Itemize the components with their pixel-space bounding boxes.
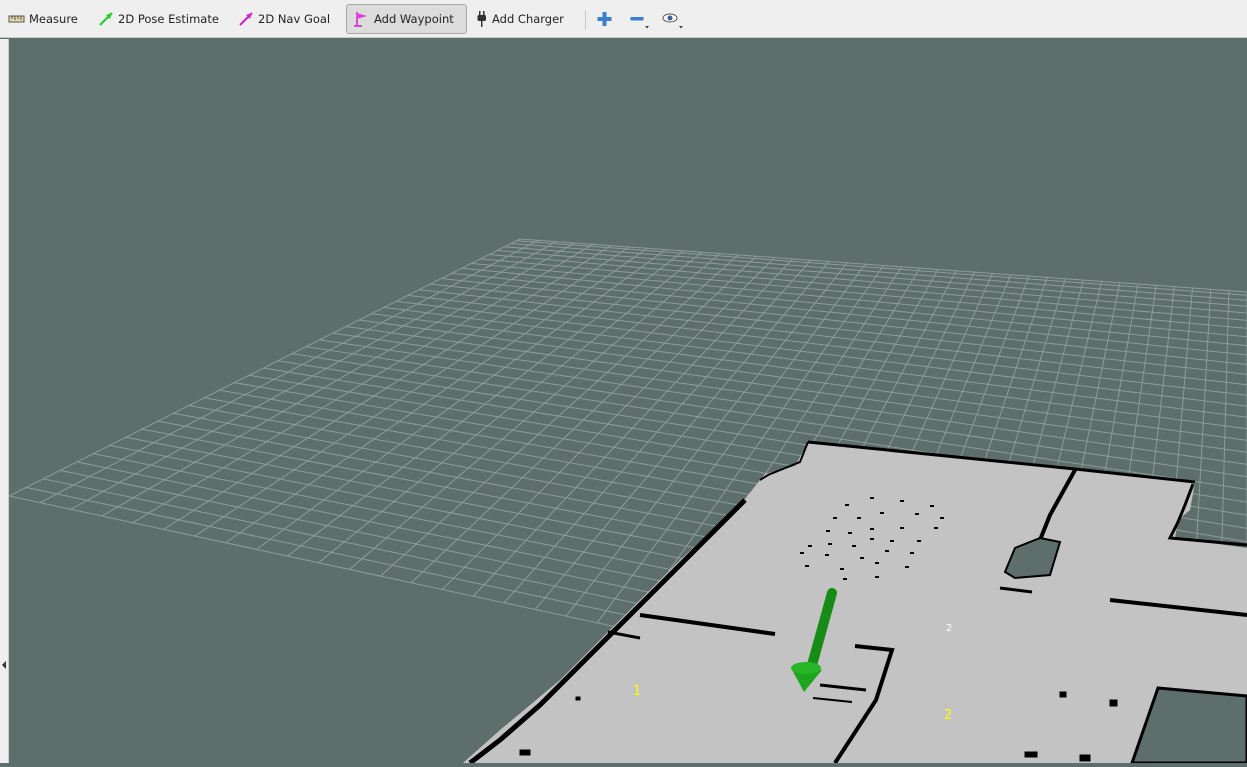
- grid-line: [225, 247, 648, 544]
- obstacle-speck: [825, 554, 829, 556]
- obstacle-speck: [860, 557, 864, 559]
- zoom-out-icon: [626, 15, 650, 34]
- zoom-out-button[interactable]: [626, 8, 650, 30]
- obstacle-speck: [845, 504, 849, 506]
- obstacle-speck: [840, 568, 844, 570]
- obstacle-speck: [870, 528, 874, 530]
- obstacle-speck: [880, 512, 884, 514]
- obstacle-speck: [910, 552, 914, 554]
- magenta-arrow-icon: [237, 11, 255, 27]
- map-scene: 1 2 2: [8, 238, 1247, 765]
- obstacle-speck: [917, 540, 921, 542]
- grid-line: [163, 245, 612, 530]
- grid-line: [70, 241, 557, 510]
- obstacle-speck: [826, 530, 830, 532]
- obstacle-speck: [828, 543, 832, 545]
- grid-line: [380, 254, 739, 577]
- add-waypoint-button[interactable]: Add Waypoint: [346, 4, 467, 34]
- obstacle-speck: [843, 578, 847, 580]
- obstacle-speck: [900, 527, 904, 529]
- obstacle-speck: [870, 538, 874, 540]
- obstacle-speck: [852, 545, 856, 547]
- obstacle-speck: [885, 550, 889, 552]
- obstacle-speck: [940, 517, 944, 519]
- view-options-button[interactable]: [659, 8, 683, 30]
- obstacle-speck: [808, 545, 812, 547]
- obstacle-speck: [915, 513, 919, 515]
- add-charger-label: Add Charger: [492, 12, 564, 26]
- obstacle-speck: [890, 540, 894, 542]
- obstacle-speck: [875, 562, 879, 564]
- waypoint-label-2-yellow[interactable]: 2: [944, 708, 952, 723]
- nav-goal-label: 2D Nav Goal: [258, 12, 331, 26]
- measure-label: Measure: [29, 12, 78, 26]
- obstacle-speck: [930, 505, 934, 507]
- grid-line: [132, 243, 593, 524]
- waypoint-flag-icon: [353, 11, 371, 27]
- obstacle-speck: [900, 500, 904, 502]
- collapsed-side-panel[interactable]: [0, 39, 9, 763]
- obstacle-speck: [857, 517, 861, 519]
- toolbar-separator: [585, 10, 586, 30]
- obstacle-speck: [934, 527, 938, 529]
- zoom-in-icon: [593, 12, 617, 34]
- zoom-in-button[interactable]: [593, 8, 617, 30]
- obstacle-speck: [905, 566, 909, 568]
- ruler-icon: [8, 11, 26, 27]
- eye-icon: [659, 13, 683, 34]
- add-charger-button[interactable]: Add Charger: [469, 4, 569, 34]
- grid-line: [39, 239, 539, 504]
- green-arrow-icon: [97, 11, 115, 27]
- toolbar: Measure 2D Pose Estimate 2D Nav Goal Add…: [0, 0, 1247, 38]
- obstacle-speck: [848, 532, 852, 534]
- waypoint-label-1[interactable]: 1: [633, 684, 641, 699]
- plug-icon: [475, 11, 489, 27]
- nav-goal-button[interactable]: 2D Nav Goal: [231, 4, 336, 34]
- obstacle-speck: [870, 497, 874, 499]
- grid-line: [411, 255, 757, 584]
- pose-estimate-label: 2D Pose Estimate: [118, 12, 219, 26]
- add-waypoint-label: Add Waypoint: [374, 12, 454, 26]
- waypoint-label-2[interactable]: 2: [946, 623, 952, 634]
- obstacle-speck: [800, 552, 804, 554]
- grid-line: [101, 242, 575, 517]
- obstacle-speck: [875, 576, 879, 578]
- grid-line: [318, 251, 703, 564]
- obstacle-speck: [833, 517, 837, 519]
- 3d-viewport[interactable]: 1 2 2: [8, 39, 1247, 765]
- measure-tool-button[interactable]: Measure: [2, 4, 82, 34]
- pose-estimate-button[interactable]: 2D Pose Estimate: [91, 4, 221, 34]
- obstacle-speck: [805, 565, 809, 567]
